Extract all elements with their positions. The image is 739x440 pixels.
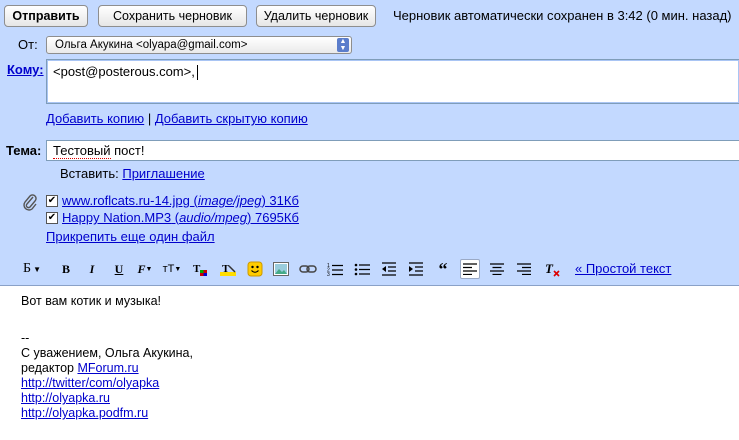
signature-separator: -- — [21, 331, 30, 345]
align-center-icon[interactable] — [487, 259, 507, 279]
subject-misspelled-word: Тестовый — [53, 143, 111, 159]
font-size-icon[interactable]: тT ▼ — [162, 259, 182, 279]
site-link[interactable]: http://olyapka.ru — [21, 391, 110, 405]
attach-more-link[interactable]: Прикрепить еще один файл — [46, 229, 215, 244]
draft-status: Черновик автоматически сохранен в 3:42 (… — [393, 8, 732, 23]
attachment-item-2: ✔ Happy Nation.MP3 (audio/mpeg) 7695Кб — [46, 210, 299, 225]
text-caret — [196, 65, 198, 81]
align-left-icon[interactable] — [460, 259, 480, 279]
insert-invitation-link[interactable]: Приглашение — [122, 166, 204, 181]
attachment-item-1: ✔ www.roflcats.ru-14.jpg (image/jpeg) 31… — [46, 193, 299, 208]
from-select[interactable]: Ольга Акукина <olyapa@gmail.com> ▲ ▼ — [46, 36, 352, 54]
insert-row: Вставить: Приглашение — [60, 166, 205, 181]
numbered-list-icon[interactable]: 123 — [325, 259, 345, 279]
signature-editor-line: редактор MForum.ru — [21, 361, 139, 375]
svg-text:T: T — [222, 263, 230, 275]
svg-text:T: T — [545, 261, 554, 276]
attachment-link[interactable]: Happy Nation.MP3 (audio/mpeg) 7695Кб — [62, 210, 299, 225]
subject-field[interactable]: Тестовый пост! — [46, 140, 739, 161]
select-arrows-icon: ▲ ▼ — [337, 38, 349, 52]
from-value: Ольга Акукина <olyapa@gmail.com> — [55, 39, 248, 51]
attachment-checkbox[interactable]: ✔ — [46, 194, 58, 207]
mforum-link[interactable]: MForum.ru — [77, 361, 138, 375]
remove-formatting-icon[interactable]: T — [542, 259, 562, 279]
bold-icon[interactable]: B — [56, 259, 76, 279]
from-label: От: — [18, 37, 38, 52]
align-right-icon[interactable] — [514, 259, 534, 279]
svg-text:3: 3 — [327, 272, 330, 276]
plain-text-link[interactable]: « Простой текст — [575, 261, 671, 276]
format-toolbar: Б ▼ B I U F ▼ тT ▼ T T 123 “ T « Простой те… — [0, 255, 739, 283]
svg-text:T: T — [193, 263, 201, 275]
font-family-icon[interactable]: Б ▼ — [18, 259, 46, 279]
text-highlight-icon[interactable]: T — [190, 259, 210, 279]
add-bcc-link[interactable]: Добавить скрытую копию — [155, 111, 308, 126]
link-icon[interactable] — [298, 259, 318, 279]
to-label-link[interactable]: Кому: — [7, 62, 44, 77]
cc-separator: | — [147, 111, 152, 126]
outdent-icon[interactable] — [379, 259, 399, 279]
delete-draft-button[interactable]: Удалить черновик — [256, 5, 376, 27]
indent-icon[interactable] — [406, 259, 426, 279]
to-field[interactable]: <post@posterous.com>, — [46, 59, 739, 104]
body-greeting: Вот вам котик и музыка! — [21, 294, 161, 308]
quote-icon[interactable]: “ — [433, 259, 453, 279]
bulleted-list-icon[interactable] — [352, 259, 372, 279]
twitter-link[interactable]: http://twitter/com/olyapka — [21, 376, 159, 390]
subject-label: Тема: — [6, 143, 42, 158]
paperclip-icon — [22, 193, 38, 214]
send-button[interactable]: Отправить — [4, 5, 88, 27]
podfm-link[interactable]: http://olyapka.podfm.ru — [21, 406, 148, 420]
emoticon-icon[interactable] — [245, 259, 265, 279]
subject-rest: пост! — [110, 143, 145, 158]
italic-icon[interactable]: I — [82, 259, 102, 279]
add-cc-link[interactable]: Добавить копию — [46, 111, 144, 126]
save-draft-button[interactable]: Сохранить черновик — [98, 5, 247, 27]
signature-regards: С уважением, Ольга Акукина, — [21, 346, 193, 360]
to-value: <post@posterous.com>, — [53, 64, 195, 79]
message-body-editor[interactable]: Вот вам котик и музыка! -- С уважением, … — [0, 285, 739, 440]
attachment-link[interactable]: www.roflcats.ru-14.jpg (image/jpeg) 31Кб — [62, 193, 299, 208]
cc-links: Добавить копию | Добавить скрытую копию — [46, 111, 308, 126]
font-color-icon[interactable]: F ▼ — [135, 259, 155, 279]
underline-icon[interactable]: U — [109, 259, 129, 279]
insert-label: Вставить: — [60, 166, 119, 181]
remove-highlight-icon[interactable]: T — [218, 259, 238, 279]
insert-image-icon[interactable] — [271, 259, 291, 279]
attachment-checkbox[interactable]: ✔ — [46, 211, 58, 224]
